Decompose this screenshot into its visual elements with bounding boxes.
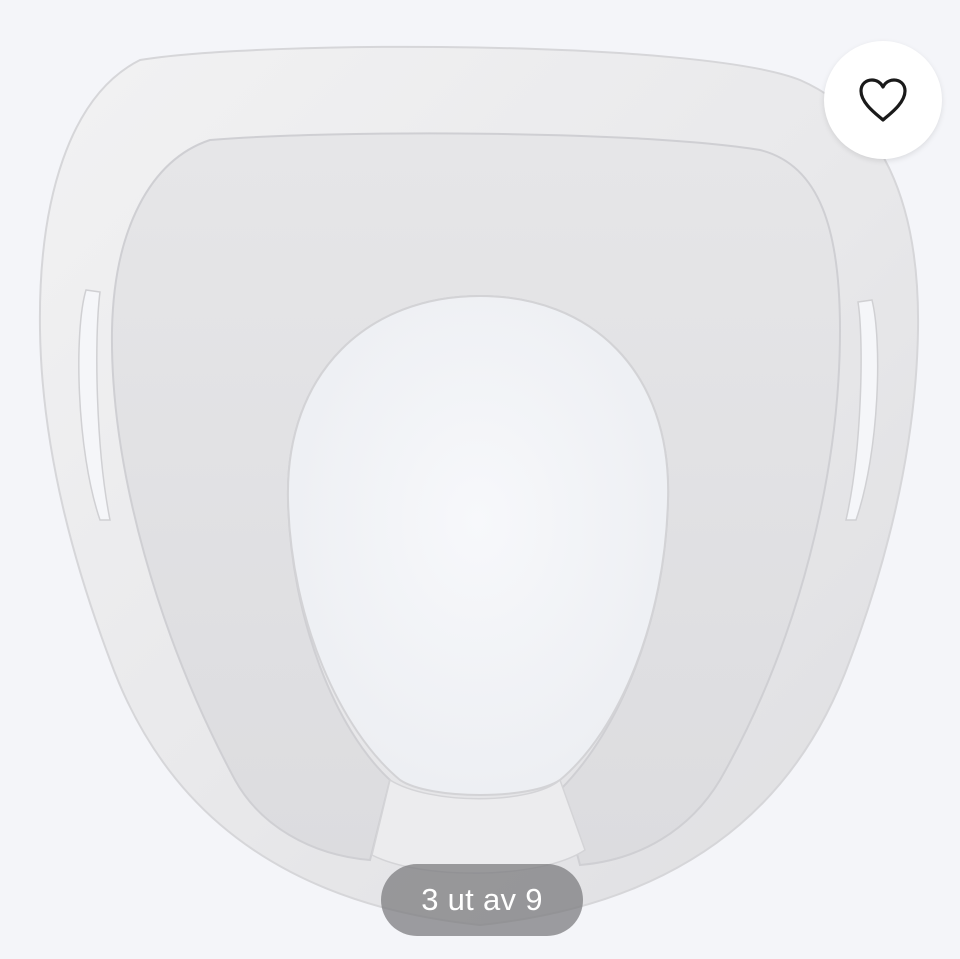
product-image-gallery[interactable]: 3 ut av 9 xyxy=(0,0,960,959)
product-photo[interactable] xyxy=(0,0,960,959)
favorite-button[interactable] xyxy=(824,41,942,159)
heart-outline-icon xyxy=(859,78,907,122)
image-counter-text: 3 ut av 9 xyxy=(421,882,543,917)
image-counter-badge: 3 ut av 9 xyxy=(381,864,583,936)
